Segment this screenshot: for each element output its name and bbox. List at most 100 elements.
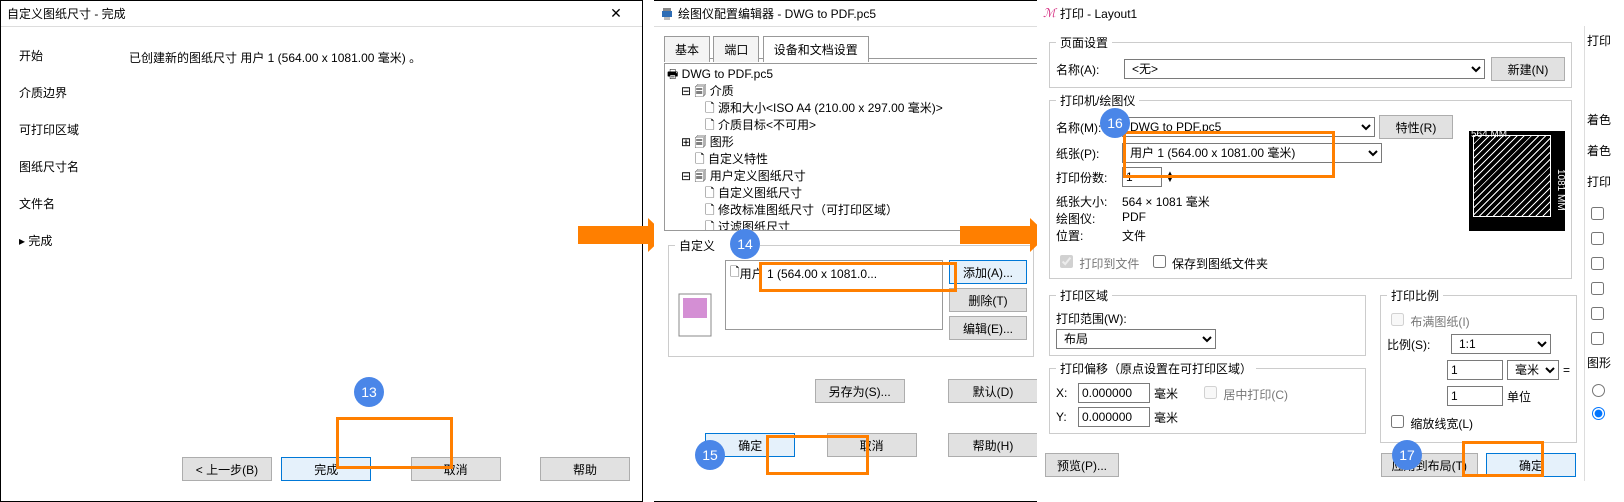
center-check[interactable]: 居中打印(C) [1200,383,1288,403]
tab-device-doc[interactable]: 设备和文档设置 [763,36,869,62]
page-setup-group: 页面设置 名称(A): <无> 新建(N) [1049,34,1572,88]
sidebar-item[interactable]: 介质边界 [19,84,105,101]
y-input[interactable] [1078,407,1150,427]
close-icon[interactable]: ✕ [596,5,636,22]
tab-port[interactable]: 端口 [713,36,759,62]
custom-size-legend: 自定义 尺寸 [675,237,760,254]
ok-button[interactable]: 确定 [705,433,795,457]
rail-check[interactable] [1591,232,1604,245]
wizard-sidebar: 开始 介质边界 可打印区域 图纸尺寸名 文件名 ▸ 完成 [1,27,113,457]
titlebar: 自定义图纸尺寸 - 完成 ✕ [1,1,642,27]
delete-button[interactable]: 删除(T) [949,288,1027,312]
scale-num-input[interactable] [1447,360,1503,380]
paper-select[interactable]: 用户 1 (564.00 x 1081.00 毫米) [1122,143,1382,163]
scale-unit-select[interactable]: 毫米 [1507,360,1559,380]
rail-radio[interactable] [1592,407,1605,420]
list-item[interactable]: 🗋 用户 1 (564.00 x 1081.0... [726,261,942,286]
sidebar-item[interactable]: 图纸尺寸名 [19,158,105,175]
x-input[interactable] [1078,383,1150,403]
rail-check[interactable] [1591,332,1604,345]
pagesetup-select[interactable]: <无> [1124,59,1485,79]
tree-node[interactable]: 修改标准图纸尺寸（可打印区域） [718,203,898,217]
page-icon: 🗋 [705,220,718,231]
paper-icon [675,290,715,340]
cancel-button[interactable]: 取消 [411,457,501,481]
tree-node[interactable]: 自定义图纸尺寸 [718,186,802,200]
app-icon: ℳ [1043,6,1056,20]
help-button[interactable]: 帮助 [540,457,630,481]
scale-du: 单位 [1507,388,1559,405]
range-select[interactable]: 布局 [1056,329,1216,349]
tree-node[interactable]: 自定义特性 [708,152,768,166]
tree-node[interactable]: 源和大小<ISO A4 (210.00 x 297.00 毫米)> [718,101,943,115]
edit-button[interactable]: 编辑(E)... [949,316,1027,340]
scale-select[interactable]: 1:1 [1451,334,1551,354]
wizard-content: 已创建新的图纸尺寸 用户 1 (564.00 x 1081.00 毫米) 。 [113,27,642,457]
offset-group: 打印偏移（原点设置在可打印区域） X: 毫米 居中打印(C) Y: 毫米 [1049,360,1366,434]
page-icon: 🗋 [695,152,708,166]
rail-check[interactable] [1591,257,1604,270]
print-area-group: 打印区域 打印范围(W): 布局 [1049,287,1366,356]
custom-size-list[interactable]: 🗋 用户 1 (564.00 x 1081.0... [725,260,943,330]
tree-node[interactable]: 图形 [710,135,734,149]
message: 已创建新的图纸尺寸 用户 1 (564.00 x 1081.00 毫米) 。 [129,49,626,66]
papersize-value: 564 × 1081 毫米 [1122,193,1210,210]
scale-lw-check[interactable]: 缩放线宽(L) [1387,412,1570,432]
plotter-value: PDF [1122,210,1146,227]
tree-node[interactable]: 介质目标<不可用> [718,118,816,132]
spinner-icon[interactable]: ▲▼ [1166,171,1174,183]
config-tree[interactable]: 🖶 DWG to PDF.pc5 ⊟ 🗐 介质 🗋 源和大小<ISO A4 (2… [664,63,1038,231]
dim-height: 1081 MM [1555,169,1566,211]
sidebar-item[interactable]: 可打印区域 [19,121,105,138]
new-button[interactable]: 新建(N) [1491,57,1565,81]
plotter-editor-window: 绘图仪配置编辑器 - DWG to PDF.pc5 基本 端口 设备和文档设置 … [654,0,1049,502]
rail-check[interactable] [1591,282,1604,295]
help-button[interactable]: 帮助(H) [948,433,1038,457]
add-button[interactable]: 添加(A)... [949,260,1027,284]
wizard-buttons: < 上一步(B) 完成 取消 帮助 [1,457,642,481]
plotter-label: 绘图仪: [1056,210,1118,227]
printer-select[interactable]: DWG to PDF.pc5 [1122,117,1375,137]
sidebar-item-active[interactable]: ▸ 完成 [19,232,105,249]
rail-group: 打印 [1587,173,1622,190]
scale-den-input[interactable] [1447,386,1503,406]
page-setup-legend: 页面设置 [1056,34,1112,51]
title: 打印 - Layout1 [1060,5,1137,22]
location-label: 位置: [1056,227,1118,244]
rail-radio[interactable] [1592,384,1605,397]
sidebar-item[interactable]: 文件名 [19,195,105,212]
page-icon: 🗋 [705,186,718,200]
printer-icon: 🖶 [667,67,682,81]
sidebar-item[interactable]: 开始 [19,47,105,64]
finish-button[interactable]: 完成 [281,457,371,481]
print-area-legend: 打印区域 [1056,287,1112,304]
location-value: 文件 [1122,227,1146,244]
tree-node[interactable]: 介质 [710,84,734,98]
apply-layout-button[interactable]: 应用到布局(T) [1381,453,1478,477]
tree-node[interactable]: 过滤图纸尺寸 [718,220,790,231]
cancel-button[interactable]: 取消 [827,433,917,457]
default-button[interactable]: 默认(D) [948,379,1038,403]
list-item-label: 用户 1 (564.00 x 1081.0... [740,265,877,282]
tabs: 基本 端口 设备和文档设置 [664,35,1038,59]
graphics-icon: 🗐 [694,135,709,149]
print-to-file-check[interactable]: 打印到文件 [1056,252,1139,272]
page-icon: 🗋 [705,118,718,132]
rail-group: 着色 [1587,142,1622,159]
save-to-folder-check[interactable]: 保存到图纸文件夹 [1149,252,1268,272]
preview-button[interactable]: 预览(P)... [1045,453,1119,477]
offset-legend: 打印偏移（原点设置在可打印区域） [1056,360,1256,377]
save-as-button[interactable]: 另存为(S)... [815,379,905,403]
tree-root[interactable]: DWG to PDF.pc5 [682,67,773,81]
sidebar-item-label: 完成 [28,234,52,248]
ok-button[interactable]: 确定 [1486,453,1576,477]
back-button[interactable]: < 上一步(B) [182,457,272,481]
props-button[interactable]: 特性(R) [1379,115,1453,139]
fit-paper-check[interactable]: 布满图纸(I) [1387,310,1470,330]
equals-label: = [1563,363,1570,377]
tree-node[interactable]: 用户定义图纸尺寸 [710,169,806,183]
rail-check[interactable] [1591,307,1604,320]
rail-check[interactable] [1591,207,1604,220]
tab-basic[interactable]: 基本 [664,36,710,62]
copies-input[interactable] [1122,167,1162,187]
